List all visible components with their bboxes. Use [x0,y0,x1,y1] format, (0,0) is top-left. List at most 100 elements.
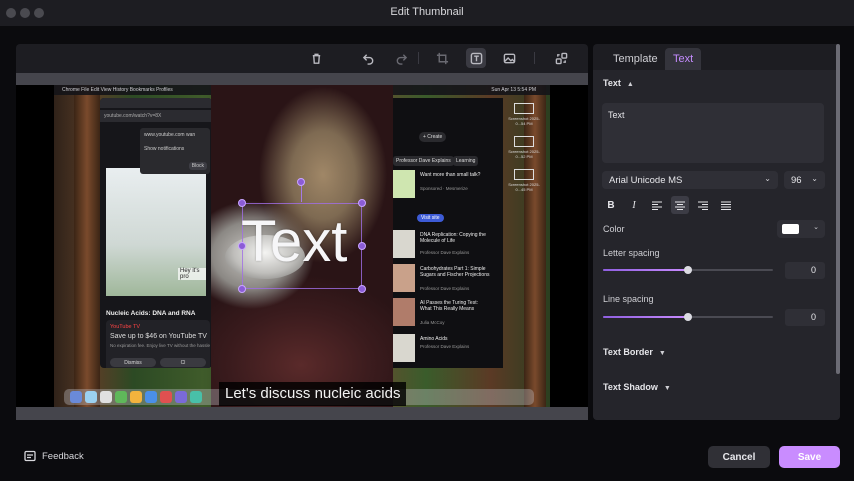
cancel-button[interactable]: Cancel [708,446,770,468]
resize-handle[interactable] [238,199,246,207]
overlay-text[interactable]: Text [241,213,347,271]
properties-panel: Template Text Text ▲ Text Arial Unicode M… [593,44,840,420]
window-title: Edit Thumbnail [390,6,464,18]
browser-url: youtube.com/watch?v=8X [100,110,212,122]
ytv-claim: Cl [160,358,206,367]
canvas-top-margin [16,73,588,85]
feed-sub: Julia McCoy [420,320,445,325]
notification-site: www.youtube.com wan [144,132,196,138]
desktop-file-label: Screenshot 2025-0...45 PM [508,182,540,192]
trash-icon[interactable] [306,48,326,68]
browser-tabbar [100,98,212,108]
tree-trunk [74,85,100,407]
chevron-down-icon: ⌄ [813,224,819,231]
panel-scrollbar[interactable] [836,44,840,374]
text-shadow-title: Text Shadow [603,382,658,392]
create-chip: + Create [419,132,447,142]
italic-icon[interactable]: I [625,196,643,214]
toolbar-divider [534,52,535,64]
feed-item: Want more than small talk? Sponsored · M… [393,170,503,222]
caret-down-icon: ▼ [658,350,666,357]
resize-handle[interactable] [358,285,366,293]
feed-chip: Professor Dave Explains [393,156,454,166]
text-border-section[interactable]: Text Border ▼ [603,347,666,357]
feedback-button[interactable]: Feedback [24,450,84,462]
align-center-icon[interactable] [671,196,689,214]
feed-title: DNA Replication: Copying the Molecule of… [420,232,486,244]
save-button[interactable]: Save [779,446,840,468]
letter-spacing-label: Letter spacing [603,248,660,258]
image-icon[interactable] [499,48,519,68]
feed-thumb [393,264,415,292]
text-border-title: Text Border [603,347,653,357]
thumbnail-canvas[interactable]: Chrome File Edit View History Bookmarks … [16,85,588,407]
editor-toolbar [16,44,588,72]
text-properties: Text ▲ Text Arial Unicode MS ⌄ 96 ⌄ B I C… [593,70,840,420]
caret-down-icon: ▼ [663,385,671,392]
bold-icon[interactable]: B [602,196,620,214]
font-size-value: 96 [791,175,802,186]
desktop-file-label: Screenshot 2025-0...54 PM [508,116,540,126]
line-spacing-slider[interactable] [603,313,773,321]
color-swatch [782,224,799,234]
letter-spacing-slider[interactable] [603,266,773,274]
ytv-offer: Save up to $46 on YouTube TV [110,333,207,340]
screenshot-menu-text: Chrome File Edit View History Bookmarks … [62,87,173,93]
slider-fill [603,316,688,318]
tab-template[interactable]: Template [605,48,666,70]
feed-sub: Professor Dave Explains [420,344,470,349]
text-tool-icon[interactable] [466,48,486,68]
feed-chip: Learning [453,156,479,166]
tab-text[interactable]: Text [665,48,702,70]
resize-handle[interactable] [238,285,246,293]
desktop-screenshots: Screenshot 2025-0...54 PM Screenshot 202… [504,103,544,223]
letter-spacing-input[interactable]: 0 [785,262,825,279]
feed-thumb [393,298,415,326]
align-justify-icon[interactable] [717,196,735,214]
feed-sub: Professor Dave Explains [420,286,470,291]
video-title: Nucleic Acids: DNA and RNA [106,310,196,317]
desktop-file: Screenshot 2025-0...54 PM [504,103,544,126]
ad-visit-button: Visit site [417,214,444,222]
text-input[interactable]: Text [602,103,824,163]
notification-text: Show notifications [144,146,185,152]
ytv-card: YouTube TV Save up to $46 on YouTube TV … [106,320,210,368]
redo-icon[interactable] [391,48,411,68]
font-size-select[interactable]: 96 ⌄ [784,171,825,189]
text-section-title: Text [603,78,621,88]
rotate-handle[interactable] [297,178,305,186]
desktop-file: Screenshot 2025-0...52 PM [504,136,544,159]
feed-sub: Sponsored · Mesmerize [420,186,468,191]
feed-item: Carbohydrates Part 1: Simple Sugars and … [393,264,503,294]
ytv-dismiss: Dismiss [110,358,156,367]
line-spacing-input[interactable]: 0 [785,309,825,326]
feedback-label: Feedback [42,450,84,462]
ytv-logo: YouTube TV [110,324,141,330]
resize-handle[interactable] [358,242,366,250]
slider-knob[interactable] [684,313,692,321]
align-left-icon[interactable] [648,196,666,214]
caret-up-icon: ▲ [626,81,634,88]
replace-icon[interactable] [551,48,571,68]
toolbar-divider [418,52,419,64]
crop-icon[interactable] [432,48,452,68]
font-family-value: Arial Unicode MS [609,175,683,186]
screenshot-browser: youtube.com/watch?v=8X Hey it's pro www.… [100,98,212,368]
slider-knob[interactable] [684,266,692,274]
desktop-file-label: Screenshot 2025-0...52 PM [508,149,540,159]
desktop-file: Screenshot 2025-0...45 PM [504,169,544,192]
align-right-icon[interactable] [694,196,712,214]
feed-title: Amino Acids [420,336,448,342]
feed-item: AI Passes the Turing Test: What This Rea… [393,298,503,328]
text-section-header[interactable]: Text ▲ [603,78,634,88]
feed-thumb [393,170,415,198]
resize-handle[interactable] [358,199,366,207]
color-picker[interactable]: ⌄ [777,220,825,238]
text-shadow-section[interactable]: Text Shadow ▼ [603,382,671,392]
chevron-down-icon: ⌄ [811,174,818,183]
canvas-bottom-margin [16,407,588,420]
feed-item: DNA Replication: Copying the Molecule of… [393,230,503,260]
feedback-icon [24,450,36,462]
undo-icon[interactable] [358,48,378,68]
font-family-select[interactable]: Arial Unicode MS ⌄ [602,171,778,189]
